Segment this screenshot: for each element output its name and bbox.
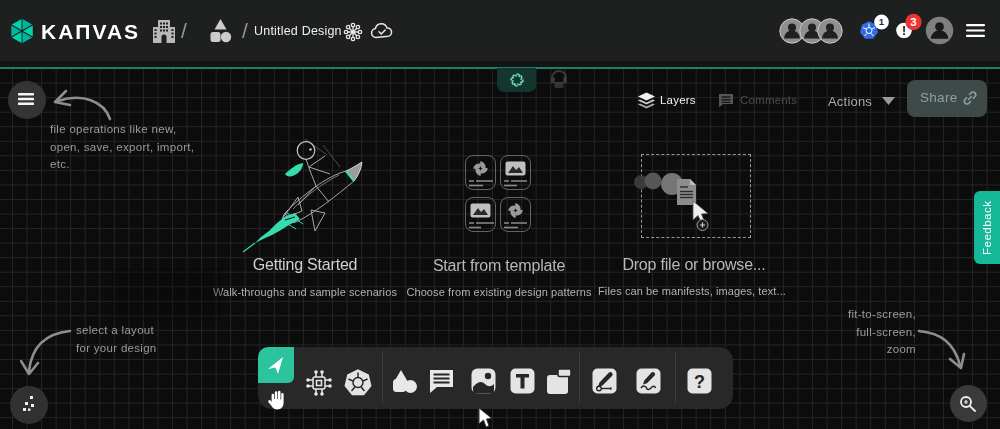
svg-text:3: 3 [910, 16, 916, 28]
svg-text:1: 1 [879, 16, 885, 27]
svg-text:?: ? [694, 372, 705, 392]
svg-text:!: ! [902, 24, 906, 38]
